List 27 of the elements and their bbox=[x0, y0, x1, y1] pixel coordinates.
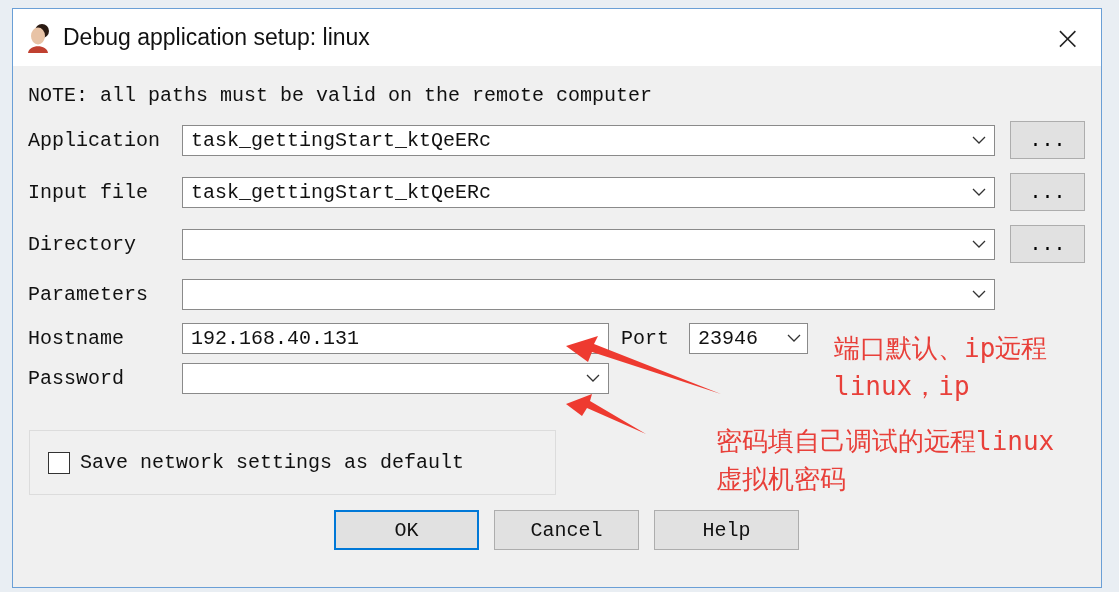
annotation-text: 端口默认、ip远程 linux，ip bbox=[834, 332, 1048, 403]
field-label: Application bbox=[28, 128, 162, 152]
note-text: NOTE: all paths must be valid on the remote computer bbox=[28, 84, 654, 107]
combo-field[interactable] bbox=[182, 228, 995, 260]
combo-field[interactable] bbox=[182, 278, 995, 310]
dialog-button[interactable]: Cancel bbox=[494, 510, 639, 550]
port-field[interactable]: 23946 bbox=[689, 322, 808, 354]
field-label: Parameters bbox=[28, 282, 150, 306]
field-label: Port bbox=[620, 326, 670, 350]
checkbox[interactable] bbox=[48, 451, 70, 474]
close-button[interactable]: × bbox=[1046, 21, 1089, 54]
browse-button[interactable]: ... bbox=[1010, 225, 1085, 263]
window-title: Debug application setup: linux bbox=[63, 24, 371, 51]
browse-button[interactable]: ... bbox=[1010, 173, 1085, 211]
field-label: Password bbox=[28, 366, 125, 390]
browse-button[interactable]: ... bbox=[1010, 121, 1085, 159]
field-label: Hostname bbox=[28, 326, 125, 350]
field-label: Directory bbox=[28, 232, 138, 256]
dialog-button[interactable]: OK bbox=[334, 510, 479, 550]
field-label: Input file bbox=[28, 180, 150, 204]
dialog-button[interactable]: Help bbox=[654, 510, 799, 550]
save-default-checkbox[interactable]: Save network settings as default bbox=[48, 451, 465, 474]
annotation-text: 密码填自己调试的远程linux 虚拟机密码 bbox=[716, 425, 1055, 496]
combo-field[interactable]: task_gettingStart_ktQeERc bbox=[182, 124, 995, 156]
combo-field[interactable]: task_gettingStart_ktQeERc bbox=[182, 176, 995, 208]
hostname-field[interactable]: 192.168.40.131 bbox=[182, 322, 609, 354]
password-field[interactable] bbox=[182, 362, 609, 394]
